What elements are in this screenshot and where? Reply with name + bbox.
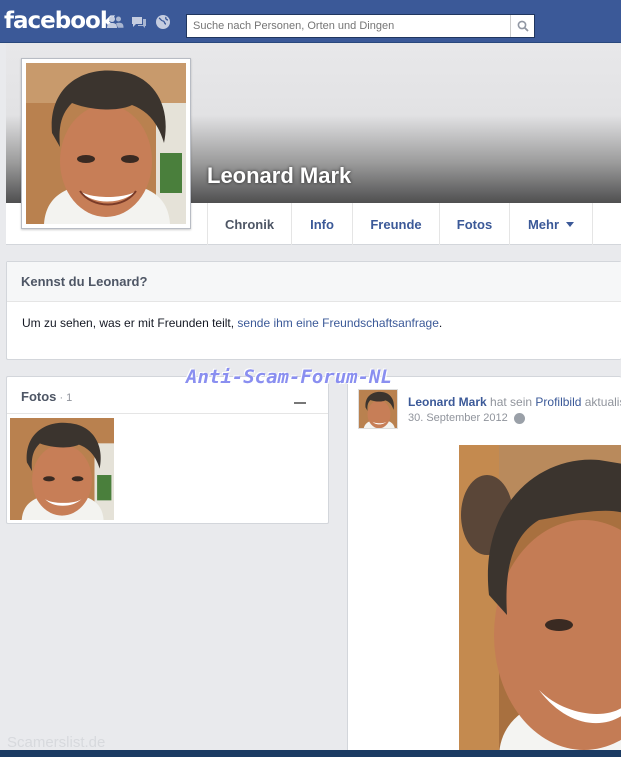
profile-tabs: Chronik Info Freunde Fotos Mehr — [207, 203, 593, 245]
notification-jewels — [106, 14, 172, 30]
avatar[interactable] — [358, 389, 398, 429]
friend-request-link[interactable]: sende ihm eine Freundschaftsanfrage — [237, 316, 438, 330]
post-photo-image — [459, 445, 621, 757]
profile-photo-image — [26, 63, 186, 224]
post-photo[interactable] — [459, 445, 621, 757]
card-body: Um zu sehen, was er mit Freunden teilt, … — [7, 302, 621, 344]
top-navigation-bar: facebook — [0, 0, 621, 43]
search-icon — [517, 20, 529, 32]
tab-label: Chronik — [224, 216, 275, 232]
taskbar — [0, 750, 621, 757]
post-headline: Leonard Mark hat sein Profilbild aktuali… — [408, 395, 621, 409]
photos-count: 1 — [66, 392, 73, 404]
search-button[interactable] — [510, 15, 534, 37]
thumbnail-image — [10, 418, 114, 520]
photo-thumbnail[interactable] — [10, 418, 114, 520]
photos-box: Fotos · 1 — [6, 376, 329, 524]
friends-icon[interactable] — [106, 14, 124, 30]
body-text: Um zu sehen, was er mit Freunden teilt, — [22, 316, 238, 330]
tab-label: Freunde — [370, 216, 422, 232]
tab-label: Info — [310, 216, 334, 232]
friend-request-card: Kennst du Leonard? Um zu sehen, was er m… — [6, 261, 621, 360]
tab-fotos[interactable]: Fotos — [439, 203, 509, 245]
post-timestamp: 30. September 2012 — [408, 412, 525, 424]
watermark: Anti-Scam-Forum-NL — [186, 366, 392, 388]
body-text-end: . — [438, 316, 443, 330]
avatar-image — [359, 390, 397, 428]
post-rest: aktualisiert. — [584, 395, 621, 409]
messages-icon[interactable] — [130, 14, 148, 30]
profile-name: Leonard Mark — [207, 163, 352, 188]
search-bar — [186, 14, 535, 38]
chevron-down-icon — [566, 221, 575, 227]
tab-freunde[interactable]: Freunde — [352, 203, 439, 245]
search-input[interactable] — [187, 15, 510, 37]
profile-picture[interactable] — [21, 58, 191, 229]
profile-picture-link[interactable]: Profilbild — [535, 395, 581, 409]
timeline-post: Leonard Mark hat sein Profilbild aktuali… — [347, 376, 621, 757]
post-verb: hat sein — [486, 395, 536, 409]
post-author-link[interactable]: Leonard Mark — [408, 395, 487, 409]
footer-watermark: Scamerslist.de — [7, 734, 106, 751]
minimize-icon[interactable] — [294, 402, 306, 404]
tab-label: Mehr — [527, 216, 560, 232]
card-title: Kennst du Leonard? — [7, 262, 621, 302]
notifications-globe-icon[interactable] — [154, 14, 172, 30]
tab-info[interactable]: Info — [291, 203, 352, 245]
photos-count-separator: · — [56, 392, 67, 404]
facebook-logo[interactable]: facebook — [4, 8, 115, 34]
tab-label: Fotos — [456, 216, 493, 232]
tab-chronik[interactable]: Chronik — [207, 203, 291, 245]
post-date[interactable]: 30. September 2012 — [408, 412, 508, 424]
photos-title[interactable]: Fotos — [21, 389, 56, 404]
tab-mehr[interactable]: Mehr — [509, 203, 593, 245]
public-globe-icon — [513, 412, 525, 424]
